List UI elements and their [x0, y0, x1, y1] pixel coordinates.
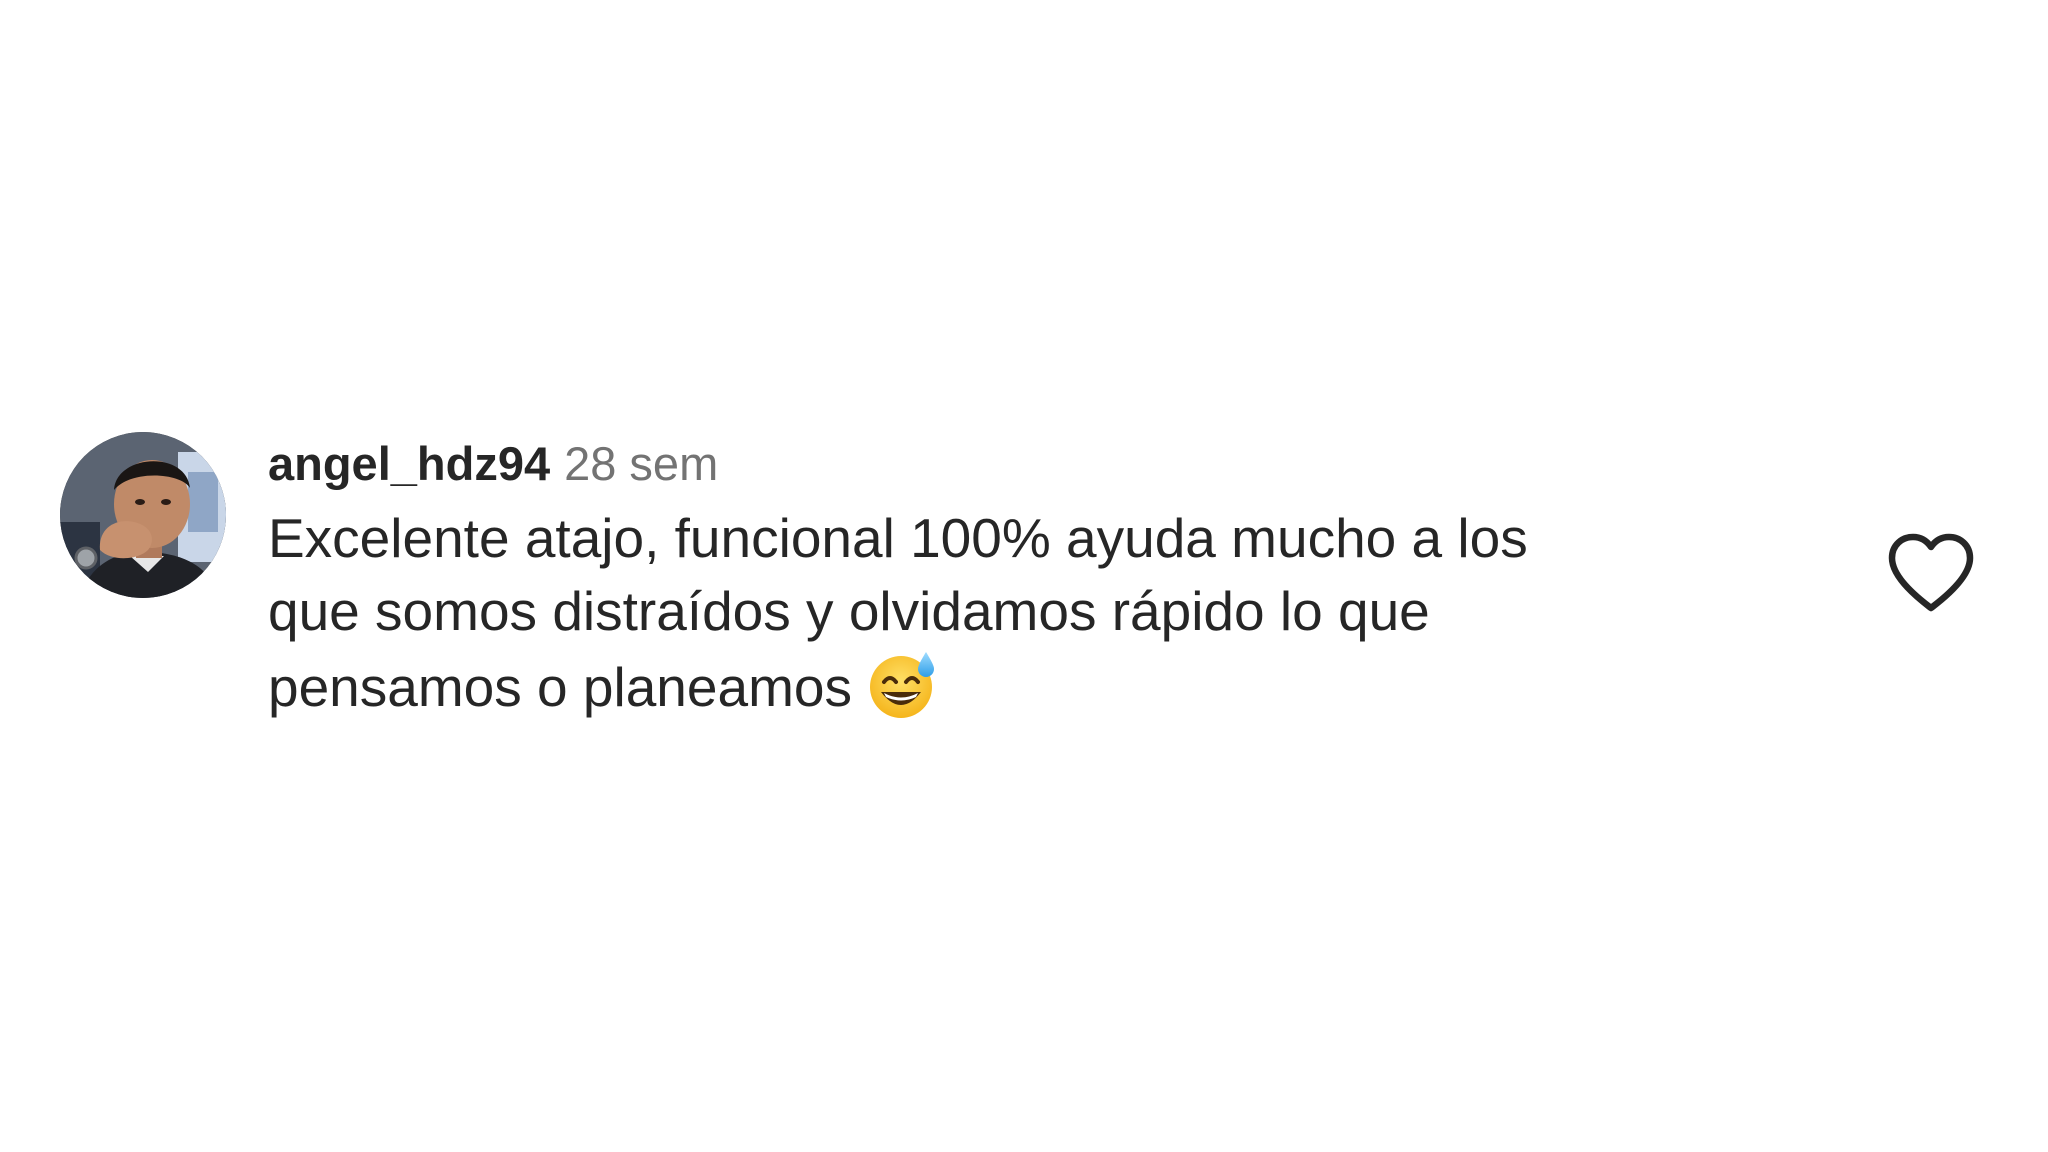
comment-text-line: pensamos o planeamos: [268, 648, 1828, 724]
comment-item: angel_hdz94 28 sem Excelente atajo, funci…: [60, 432, 1990, 732]
grinning-face-with-sweat-emoji: [866, 648, 940, 722]
comment-body: angel_hdz94 28 sem Excelente atajo, funci…: [268, 432, 1828, 724]
username-link[interactable]: angel_hdz94: [268, 437, 550, 490]
comment-timestamp[interactable]: 28 sem: [564, 437, 718, 490]
comment-meta: angel_hdz94 28 sem: [268, 432, 1828, 496]
like-button[interactable]: [1886, 532, 1976, 616]
comment-text-line: que somos distraídos y olvidamos rápido …: [268, 580, 1430, 642]
avatar[interactable]: [60, 432, 226, 598]
comment-text: Excelente atajo, funcional 100% ayuda mu…: [268, 502, 1828, 724]
comment-text-line: Excelente atajo, funcional 100% ayuda mu…: [268, 507, 1528, 569]
page: angel_hdz94 28 sem Excelente atajo, funci…: [0, 0, 2048, 1152]
comment-text-segment: pensamos o planeamos: [268, 656, 852, 718]
avatar-photo: [60, 432, 226, 598]
heart-outline-icon: [1888, 533, 1974, 612]
